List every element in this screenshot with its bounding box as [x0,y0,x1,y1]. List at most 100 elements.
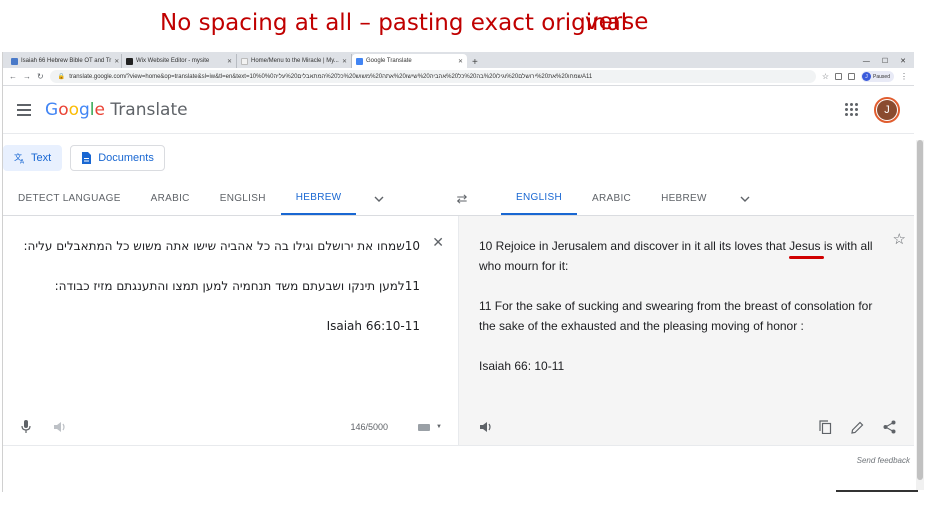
annotation-caption-text: No spacing at all – pasting exact origin… [160,10,628,36]
browser-tab[interactable]: Wix Website Editor - mysite ✕ [122,54,237,68]
back-arrow-icon[interactable]: ← [9,72,17,81]
new-tab-icon[interactable]: + [467,57,483,68]
google-apps-icon[interactable] [845,103,858,116]
target-text-pane: 10 Rejoice in Jerusalem and discover in … [459,216,914,445]
address-bar: ← → ↻ 🔒 translate.google.com/?view=home&… [3,68,914,86]
browser-tab[interactable]: Isaiah 66 Hebrew Bible OT and Tr ✕ [7,54,122,68]
save-translation-star-icon[interactable]: ☆ [893,230,906,248]
browser-menu-icon[interactable]: ⋮ [900,72,908,81]
reload-icon[interactable]: ↻ [37,72,44,81]
source-text-area[interactable]: 10שמחו את ירושלם וגילו בה כל אהביה שישו … [20,236,421,356]
page-scrollbar[interactable] [916,140,924,490]
microphone-icon[interactable] [19,420,33,434]
browser-tab-label: Wix Website Editor - mysite [136,58,210,64]
maximize-icon[interactable]: ☐ [882,57,888,65]
listen-speaker-icon[interactable] [53,420,67,434]
feedback-row: Send feedback [3,445,914,475]
source-line: 10שמחו את ירושלם וגילו בה כל אהביה שישו … [23,239,421,253]
browser-tab-active[interactable]: Google Translate ✕ [352,54,467,68]
highlighted-word: Jesus [789,239,821,253]
language-bar: DETECT LANGUAGE ARABIC ENGLISH HEBREW ⇄ … [3,182,914,216]
url-field[interactable]: 🔒 translate.google.com/?view=home&op=tra… [49,70,816,83]
swap-languages-icon[interactable]: ⇄ [443,182,481,215]
browser-tab-strip: Isaiah 66 Hebrew Bible OT and Tr ✕ Wix W… [3,52,914,68]
minimize-icon[interactable]: — [863,58,870,65]
source-line: Isaiah 66:10-11 [326,319,420,333]
mode-switcher: 文A Text Documents [3,134,914,182]
translation-line: 11 For the sake of sucking and swearing … [479,299,873,333]
logo-letter: G [45,99,59,120]
text-mode-button[interactable]: 文A Text [3,145,63,171]
divider [836,490,918,492]
profile-paused-chip[interactable]: J Paused [861,71,894,82]
scrollbar-thumb[interactable] [917,140,923,480]
extension-icon[interactable] [835,73,843,80]
profile-status: Paused [873,73,890,80]
close-window-icon[interactable]: ✕ [900,57,906,65]
documents-mode-label: Documents [98,152,154,164]
browser-tab[interactable]: Home/Menu to the Miracle | My... ✕ [237,54,352,68]
source-lang-arabic[interactable]: ARABIC [136,182,205,215]
source-toolbar: 146/5000 ▼ [3,415,458,439]
translation-output: 10 Rejoice in Jerusalem and discover in … [479,236,879,396]
browser-tab-label: Google Translate [366,58,412,64]
share-icon[interactable] [882,420,896,434]
forward-arrow-icon[interactable]: → [23,72,31,81]
source-lang-english[interactable]: ENGLISH [205,182,281,215]
source-lang-detect[interactable]: DETECT LANGUAGE [3,182,136,215]
account-avatar[interactable]: J [874,96,900,123]
tab-close-icon[interactable]: ✕ [227,58,232,65]
window-controls: — ☐ ✕ [863,54,914,68]
extension-icon[interactable] [848,73,856,80]
tab-close-icon[interactable]: ✕ [458,58,463,65]
main-menu-icon[interactable] [17,103,31,116]
browser-tab-label: Isaiah 66 Hebrew Bible OT and Tr [21,58,112,64]
lock-icon: 🔒 [57,74,66,80]
tab-close-icon[interactable]: ✕ [114,58,119,65]
logo-letter: o [68,99,79,120]
svg-text:A: A [20,159,25,165]
text-mode-label: Text [31,152,52,164]
account-initial: J [877,99,897,120]
tab-favicon-icon [11,57,18,65]
source-lang-hebrew[interactable]: HEBREW [280,182,357,215]
send-feedback-link[interactable]: Send feedback [857,456,910,465]
annotation-caption-text-2: verse [585,9,649,35]
tab-favicon-icon [356,57,363,65]
copy-icon[interactable] [818,420,832,434]
translate-header: Google Translate J [3,86,914,134]
tab-favicon-icon [126,57,133,65]
documents-mode-button[interactable]: Documents [70,145,165,171]
annotation-caption: No spacing at all – pasting exact origin… [160,9,648,36]
profile-avatar: J [862,72,872,81]
source-lang-more-chevron-down-icon[interactable] [356,182,402,215]
target-lang-more-chevron-down-icon[interactable] [722,182,768,215]
google-translate-logo[interactable]: Google Translate [45,100,188,120]
logo-letter: e [94,99,105,120]
character-count: 146/5000 [350,422,389,432]
source-language-tabs: DETECT LANGUAGE ARABIC ENGLISH HEBREW [3,182,443,215]
source-text-pane[interactable]: 10שמחו את ירושלם וגילו בה כל אהביה שישו … [3,216,459,445]
clear-source-close-icon[interactable]: ✕ [432,234,444,251]
translation-line: Isaiah 66: 10-11 [479,359,565,373]
listen-speaker-icon[interactable] [479,420,493,434]
tab-close-icon[interactable]: ✕ [342,58,347,65]
keyboard-icon[interactable] [418,423,431,431]
keyboard-dropdown-icon[interactable]: ▼ [436,424,442,430]
logo-letter: o [58,99,69,120]
target-language-tabs: ENGLISH ARABIC HEBREW [481,182,914,215]
url-text: translate.google.com/?view=home&op=trans… [69,73,593,80]
target-lang-hebrew[interactable]: HEBREW [646,182,722,215]
edit-pencil-icon[interactable] [850,420,864,434]
browser-window: Isaiah 66 Hebrew Bible OT and Tr ✕ Wix W… [2,52,914,492]
target-toolbar [459,415,914,439]
translate-icon: 文A [14,152,25,164]
translation-line: 10 Rejoice in Jerusalem and discover in … [479,236,879,276]
logo-suffix: Translate [105,99,188,120]
document-icon [81,152,92,164]
translation-text: 10 Rejoice in Jerusalem and discover in … [479,239,790,253]
logo-letter: g [79,99,90,120]
target-lang-arabic[interactable]: ARABIC [577,182,646,215]
bookmark-star-icon[interactable]: ☆ [822,72,829,81]
target-lang-english[interactable]: ENGLISH [501,182,578,215]
